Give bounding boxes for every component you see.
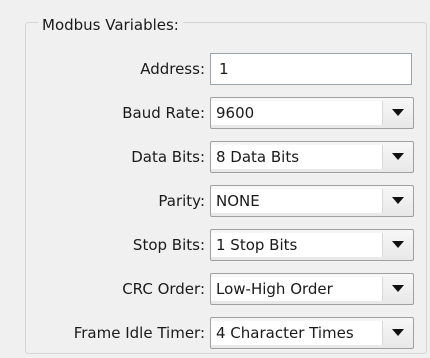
frame-idle-timer-label: Frame Idle Timer: [73, 324, 205, 342]
stop-bits-label: Stop Bits: [132, 236, 205, 254]
parity-label: Parity: [158, 192, 205, 210]
crc-order-select[interactable]: Low-High Order [210, 273, 414, 305]
group-title: Modbus Variables: [38, 16, 183, 34]
frame-idle-timer-select[interactable]: 4 Character Times [210, 317, 414, 349]
data-bits-value: 8 Data Bits [211, 145, 383, 169]
chevron-down-icon[interactable] [383, 230, 413, 260]
stop-bits-row: Stop Bits: 1 Stop Bits [0, 228, 430, 262]
parity-select[interactable]: NONE [210, 185, 414, 217]
parity-value: NONE [211, 189, 383, 213]
baud-rate-select[interactable]: 9600 [210, 97, 414, 129]
crc-order-row: CRC Order: Low-High Order [0, 272, 430, 306]
frame-idle-timer-row: Frame Idle Timer: 4 Character Times [0, 316, 430, 350]
data-bits-select[interactable]: 8 Data Bits [210, 141, 414, 173]
chevron-down-icon[interactable] [383, 98, 413, 128]
baud-rate-value: 9600 [211, 101, 383, 125]
baud-rate-label: Baud Rate: [122, 104, 205, 122]
chevron-down-icon[interactable] [383, 274, 413, 304]
data-bits-label: Data Bits: [131, 148, 205, 166]
address-label: Address: [140, 60, 205, 78]
parity-row: Parity: NONE [0, 184, 430, 218]
baud-rate-row: Baud Rate: 9600 [0, 96, 430, 130]
crc-order-label: CRC Order: [122, 280, 205, 298]
data-bits-row: Data Bits: 8 Data Bits [0, 140, 430, 174]
frame-idle-timer-value: 4 Character Times [211, 321, 383, 345]
address-row: Address: 1 [0, 52, 430, 86]
crc-order-value: Low-High Order [211, 277, 383, 301]
chevron-down-icon[interactable] [383, 142, 413, 172]
stop-bits-select[interactable]: 1 Stop Bits [210, 229, 414, 261]
stop-bits-value: 1 Stop Bits [211, 233, 383, 257]
chevron-down-icon[interactable] [383, 318, 413, 348]
chevron-down-icon[interactable] [383, 186, 413, 216]
address-input[interactable]: 1 [210, 53, 412, 85]
